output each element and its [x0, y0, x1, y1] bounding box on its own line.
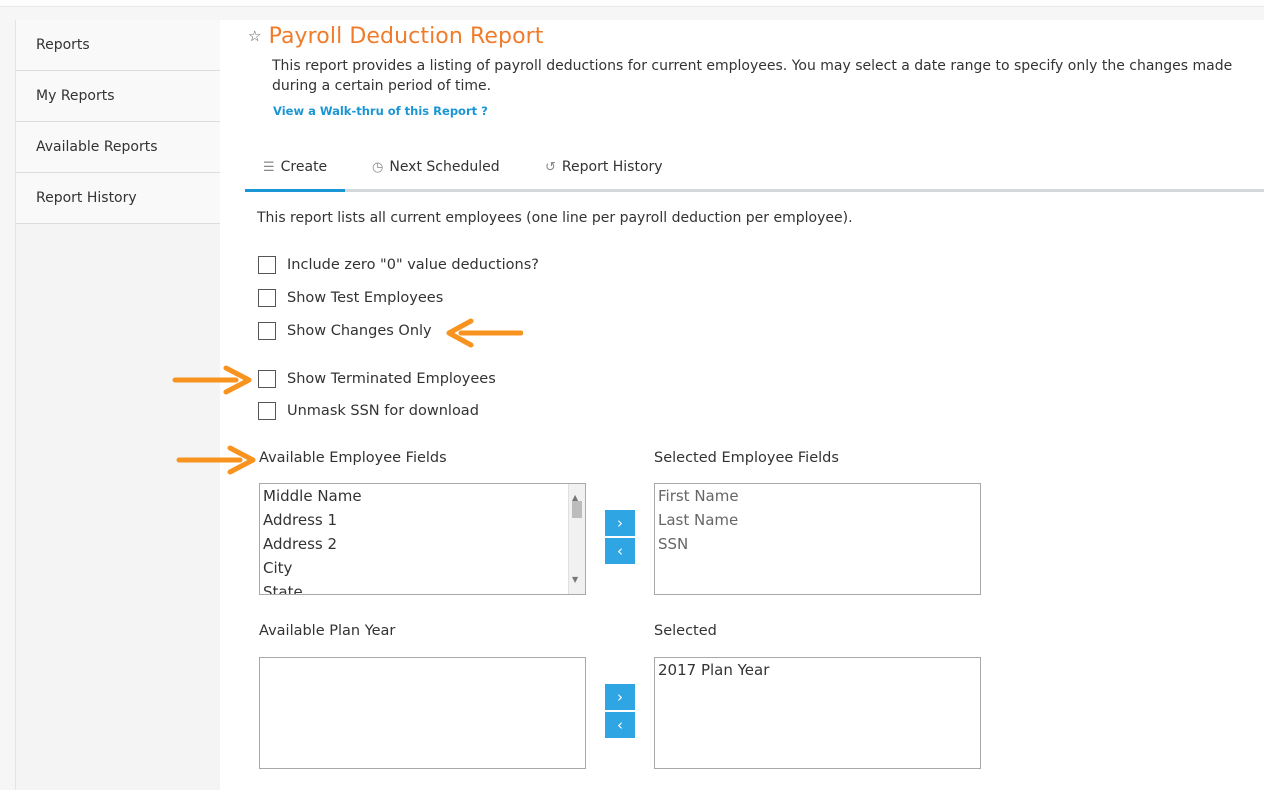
checkbox-label: Unmask SSN for download	[287, 403, 479, 419]
sidebar-item-label: Available Reports	[36, 139, 158, 155]
scroll-thumb[interactable]	[572, 501, 582, 518]
page-title-text: Payroll Deduction Report	[268, 24, 544, 49]
show-test-employees-checkbox[interactable]	[258, 289, 276, 307]
list-item[interactable]: SSN	[655, 532, 980, 556]
remove-plan-year-button[interactable]: ‹	[605, 712, 635, 738]
tab-report-history[interactable]: ↺ Report History	[545, 145, 663, 189]
annotation-arrow-right-icon	[172, 365, 252, 395]
main-panel: ☆ Payroll Deduction Report This report pr…	[220, 20, 1264, 790]
list-item[interactable]: City	[260, 556, 585, 580]
available-plan-year-list[interactable]	[259, 657, 586, 769]
annotation-arrow-left-icon	[446, 318, 523, 348]
tab-create[interactable]: ☰ Create	[245, 145, 346, 192]
favorite-star-icon[interactable]: ☆	[248, 27, 262, 45]
top-border	[0, 0, 1264, 7]
selected-plan-year-list[interactable]: 2017 Plan Year	[654, 657, 981, 769]
tab-label: Next Scheduled	[389, 159, 500, 175]
list-item[interactable]: Middle Name	[260, 484, 585, 508]
add-employee-field-button[interactable]: ›	[605, 510, 635, 536]
list-item[interactable]: Last Name	[655, 508, 980, 532]
tab-bar: ☰ Create ◷ Next Scheduled ↺ Report Histo…	[245, 145, 1264, 192]
sidebar-item-available-reports[interactable]: Available Reports	[16, 122, 221, 173]
selected-employee-fields-list[interactable]: First Name Last Name SSN	[654, 483, 981, 595]
tab-next-scheduled[interactable]: ◷ Next Scheduled	[372, 145, 500, 189]
checkbox-label: Show Terminated Employees	[287, 371, 496, 387]
report-description: This report provides a listing of payrol…	[272, 58, 1233, 94]
checkbox-label: Show Test Employees	[287, 290, 444, 306]
sidebar-item-reports[interactable]: Reports	[16, 20, 221, 71]
list-scrollbar[interactable]: ▲ ▼	[568, 484, 585, 594]
available-plan-year-label: Available Plan Year	[259, 623, 396, 639]
sidebar-item-my-reports[interactable]: My Reports	[16, 71, 221, 122]
add-plan-year-button[interactable]: ›	[605, 684, 635, 710]
list-item[interactable]: Address 1	[260, 508, 585, 532]
option-include-zero: Include zero "0" value deductions?	[258, 256, 539, 274]
option-unmask-ssn: Unmask SSN for download	[258, 402, 479, 420]
sidebar-item-label: My Reports	[36, 88, 115, 104]
scroll-down-icon[interactable]: ▼	[572, 568, 578, 592]
include-zero-checkbox[interactable]	[258, 256, 276, 274]
option-show-changes-only: Show Changes Only	[258, 322, 432, 340]
option-show-terminated: Show Terminated Employees	[258, 370, 496, 388]
show-terminated-checkbox[interactable]	[258, 370, 276, 388]
show-changes-only-checkbox[interactable]	[258, 322, 276, 340]
option-show-test-employees: Show Test Employees	[258, 289, 443, 307]
unmask-ssn-checkbox[interactable]	[258, 402, 276, 420]
checkbox-label: Show Changes Only	[287, 323, 432, 339]
clock-icon: ◷	[372, 159, 384, 175]
available-employee-fields-label: Available Employee Fields	[259, 450, 447, 466]
page-title: ☆ Payroll Deduction Report	[248, 24, 544, 49]
annotation-arrow-right-icon	[176, 445, 256, 475]
history-icon: ↺	[545, 159, 556, 175]
list-item[interactable]: State	[260, 580, 585, 594]
list-item[interactable]: Address 2	[260, 532, 585, 556]
tab-label: Report History	[561, 159, 663, 175]
available-employee-fields-list[interactable]: Middle Name Address 1 Address 2 City Sta…	[259, 483, 586, 595]
list-item[interactable]: First Name	[655, 484, 980, 508]
sidebar-item-label: Report History	[36, 190, 137, 206]
list-item[interactable]: 2017 Plan Year	[655, 658, 980, 682]
list-icon: ☰	[263, 159, 275, 175]
checkbox-label: Include zero "0" value deductions?	[287, 257, 539, 273]
walkthru-link[interactable]: View a Walk-thru of this Report ?	[273, 104, 488, 118]
selected-employee-fields-label: Selected Employee Fields	[654, 450, 839, 466]
sidebar: Reports My Reports Available Reports Rep…	[15, 20, 221, 790]
sidebar-item-report-history[interactable]: Report History	[16, 173, 221, 224]
tab-label: Create	[280, 159, 328, 175]
sidebar-item-label: Reports	[36, 37, 90, 53]
remove-employee-field-button[interactable]: ‹	[605, 538, 635, 564]
report-intro: This report lists all current employees …	[257, 210, 853, 226]
selected-plan-year-label: Selected	[654, 623, 717, 639]
